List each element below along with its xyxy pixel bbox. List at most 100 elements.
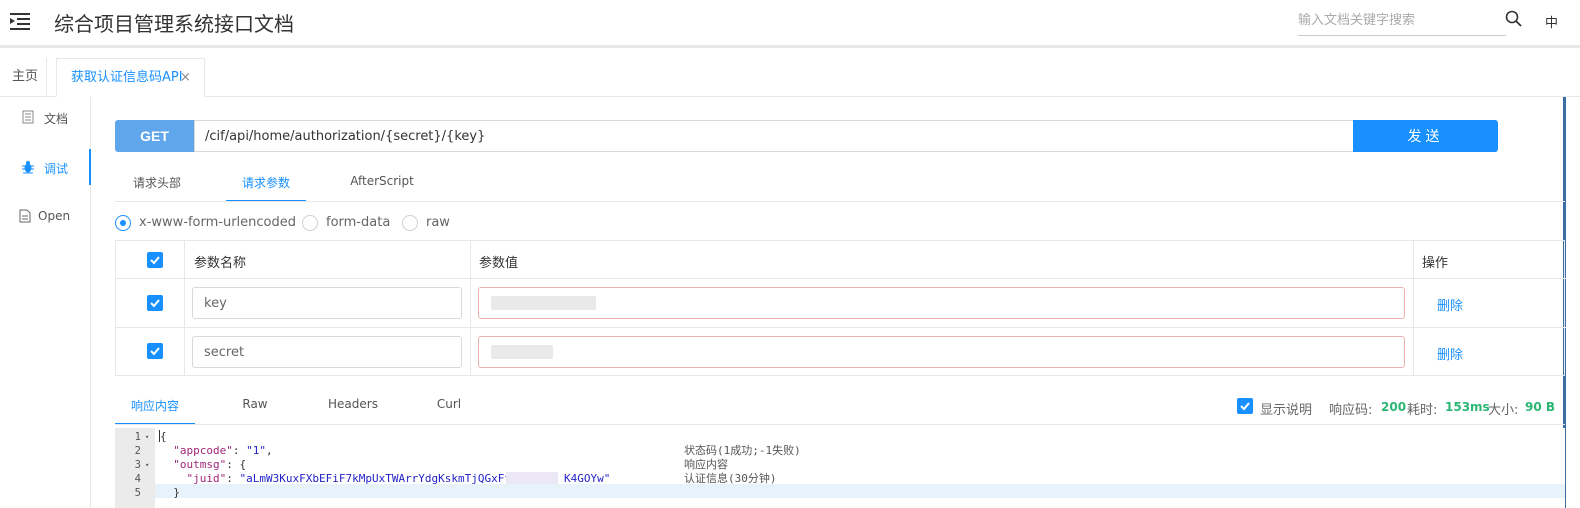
json-key: "outmsg" <box>173 458 227 471</box>
code-token: : { <box>226 458 247 471</box>
elapsed-value: 153ms <box>1445 400 1490 414</box>
nav-item-open[interactable]: Open <box>0 198 91 234</box>
nav-item-label: 文档 <box>44 112 69 126</box>
redacted-value <box>506 472 558 484</box>
show-desc-label[interactable]: 显示说明 <box>1260 399 1312 418</box>
menu-fold-icon[interactable] <box>10 11 32 31</box>
tab-curl[interactable]: Curl <box>428 397 470 425</box>
column-header-name: 参数名称 <box>194 256 247 271</box>
params-table: 参数名称 参数值 操作 删除 删除 <box>115 240 1566 376</box>
radio-raw[interactable]: raw <box>402 212 462 234</box>
param-value-input[interactable] <box>478 336 1405 368</box>
tab-raw[interactable]: Raw <box>226 397 284 425</box>
tab-response-body[interactable]: 响应内容 <box>115 397 195 425</box>
code-line: { <box>160 430 167 444</box>
select-all-checkbox[interactable] <box>147 252 163 268</box>
fold-icon[interactable]: ▾ <box>145 430 149 444</box>
radio-button[interactable] <box>302 215 318 231</box>
active-line-highlight <box>115 484 1565 498</box>
line-gutter: 1 ▾ 2 3 ▾ 4 5 <box>115 428 155 508</box>
gutter-line: 5 <box>115 486 155 500</box>
document-icon <box>22 110 34 124</box>
tab-label: 响应内容 <box>130 399 179 413</box>
json-key: "juid" <box>186 472 227 485</box>
radio-dot <box>120 220 126 226</box>
side-nav: 文档 调试 Open <box>0 97 91 508</box>
code-line: } <box>160 486 180 500</box>
tab-label: Curl <box>436 397 462 411</box>
field-description: 认证信息(30分钟) <box>684 472 777 485</box>
tab-label: AfterScript <box>350 174 414 188</box>
tab-afterscript[interactable]: AfterScript <box>340 174 424 202</box>
app-header: 综合项目管理系统接口文档 中 <box>0 0 1580 48</box>
radio-label: raw <box>426 215 450 230</box>
redacted-value <box>491 296 596 310</box>
response-code-editor[interactable]: 1 ▾ 2 3 ▾ 4 5 { "appcode": "1", "outmsg": … <box>115 428 1565 508</box>
bug-icon <box>22 161 34 174</box>
url-input[interactable] <box>194 120 1354 152</box>
tab-home[interactable]: 主页 <box>0 58 47 97</box>
nav-item-doc[interactable]: 文档 <box>0 99 91 135</box>
size-label: 大小: <box>1488 403 1519 418</box>
elapsed-label: 耗时: <box>1407 403 1438 418</box>
tab-api-label: 获取认证信息码API <box>71 70 183 85</box>
nav-item-label: 调试 <box>44 162 69 176</box>
search-icon[interactable] <box>1505 10 1523 28</box>
row-checkbox[interactable] <box>147 295 163 311</box>
gutter-line: 4 <box>115 472 155 486</box>
tab-request-params[interactable]: 请求参数 <box>226 174 306 202</box>
check-icon <box>150 256 160 265</box>
param-value-input[interactable] <box>478 287 1405 319</box>
delete-row-link[interactable]: 删除 <box>1437 344 1463 363</box>
column-header-value: 参数值 <box>479 256 519 271</box>
param-name-input[interactable] <box>192 287 462 319</box>
json-string: "aLmW3KuxFXbEFiF7kMpUxTWArrYdgKskmTjQGxF… <box>239 472 512 485</box>
code-token: : <box>226 472 240 485</box>
size-value: 90 B <box>1525 400 1556 414</box>
http-method-badge: GET <box>115 120 194 152</box>
nav-item-debug[interactable]: 调试 <box>0 149 91 185</box>
row-checkbox[interactable] <box>147 343 163 359</box>
tab-label: Raw <box>242 397 268 411</box>
page-tabs: 主页 获取认证信息码API × <box>0 51 1580 97</box>
radio-button[interactable] <box>115 215 131 231</box>
gutter-line: 2 <box>115 444 155 458</box>
code-line: "appcode": "1", <box>160 444 272 458</box>
field-description: 响应内容 <box>684 458 728 471</box>
line-number: 5 <box>134 487 141 499</box>
table-row: 删除 <box>116 328 1566 376</box>
json-key: "appcode" <box>173 444 233 457</box>
search-input[interactable] <box>1298 6 1506 36</box>
tab-label: 请求参数 <box>241 176 290 190</box>
json-string: "1" <box>246 444 266 457</box>
status-code-label: 响应码: <box>1329 403 1373 418</box>
fold-icon[interactable]: ▾ <box>145 458 149 472</box>
code-token: } <box>160 486 180 499</box>
line-number: 2 <box>134 445 141 457</box>
code-line: "outmsg": { <box>160 458 246 472</box>
tab-label: Headers <box>328 397 378 411</box>
line-number: 4 <box>134 473 141 485</box>
gutter-line: 3 ▾ <box>115 458 155 472</box>
tab-api[interactable]: 获取认证信息码API × <box>56 58 205 97</box>
radio-form-data[interactable]: form-data <box>302 212 392 234</box>
language-switch[interactable]: 中 <box>1545 12 1558 31</box>
show-desc-checkbox[interactable] <box>1237 398 1253 414</box>
param-name-input[interactable] <box>192 336 462 368</box>
code-token: { <box>160 430 167 443</box>
radio-label: form-data <box>326 215 391 230</box>
delete-row-link[interactable]: 删除 <box>1437 295 1463 314</box>
check-icon <box>1240 402 1250 411</box>
table-row: 删除 <box>116 279 1566 328</box>
line-number: 1 <box>134 431 141 443</box>
send-button[interactable]: 发送 <box>1353 120 1498 152</box>
divider <box>115 424 1565 425</box>
redacted-value <box>491 345 553 359</box>
tab-headers[interactable]: Headers <box>318 397 388 425</box>
radio-urlencoded[interactable]: x-www-form-urlencoded <box>115 212 296 234</box>
tab-request-headers[interactable]: 请求头部 <box>115 174 199 202</box>
radio-button[interactable] <box>402 215 418 231</box>
check-icon <box>150 299 160 308</box>
close-icon[interactable]: × <box>180 59 191 97</box>
check-icon <box>150 347 160 356</box>
